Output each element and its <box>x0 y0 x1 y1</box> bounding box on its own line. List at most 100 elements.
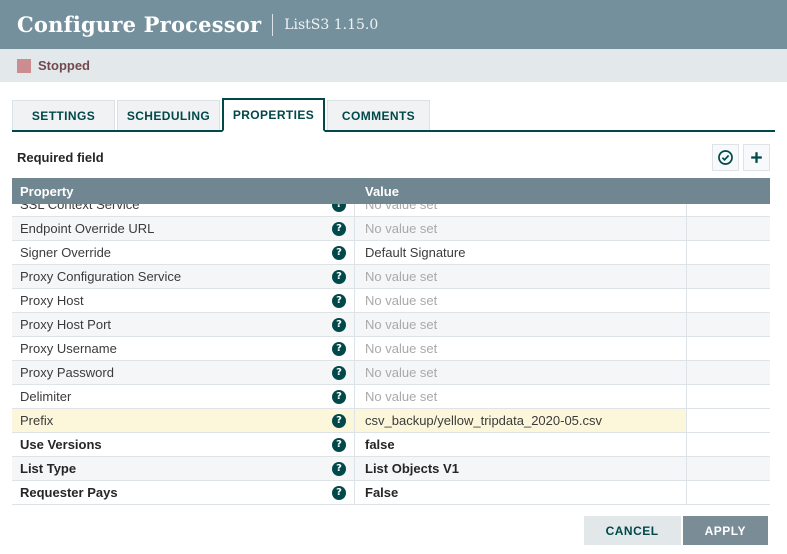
plus-icon <box>748 149 765 166</box>
property-name: Proxy Host Port <box>20 317 332 332</box>
table-row[interactable]: Use Versions?false <box>12 433 770 457</box>
title-divider <box>272 14 273 36</box>
property-name: Proxy Username <box>20 341 332 356</box>
help-icon[interactable]: ? <box>332 462 346 476</box>
add-property-button[interactable] <box>743 144 770 171</box>
table-row[interactable]: Signer Override?Default Signature <box>12 241 770 265</box>
row-actions-cell <box>687 481 770 504</box>
row-actions-cell <box>687 409 770 432</box>
row-actions-cell <box>687 241 770 264</box>
table-row[interactable]: List Type?List Objects V1 <box>12 457 770 481</box>
help-icon[interactable]: ? <box>332 204 346 212</box>
help-icon[interactable]: ? <box>332 222 346 236</box>
property-name-cell: Delimiter? <box>12 385 355 408</box>
property-name-cell: SSL Context Service? <box>12 204 355 216</box>
property-value[interactable]: false <box>355 433 687 456</box>
property-name: List Type <box>20 461 332 476</box>
status-bar: Stopped <box>0 49 787 82</box>
property-value[interactable]: No value set <box>355 361 687 384</box>
help-icon[interactable]: ? <box>332 486 346 500</box>
table-row[interactable]: Proxy Configuration Service?No value set <box>12 265 770 289</box>
row-actions-cell <box>687 337 770 360</box>
table-row[interactable]: SSL Context Service?No value set <box>12 204 770 217</box>
properties-table: Property Value SSL Context Service?No va… <box>12 178 770 505</box>
property-name: Proxy Host <box>20 293 332 308</box>
property-name-cell: Endpoint Override URL? <box>12 217 355 240</box>
tab-properties[interactable]: PROPERTIES <box>222 98 325 132</box>
help-icon[interactable]: ? <box>332 342 346 356</box>
property-name: Use Versions <box>20 437 332 452</box>
row-actions-cell <box>687 313 770 336</box>
property-name: Signer Override <box>20 245 332 260</box>
cancel-button[interactable]: CANCEL <box>584 516 681 545</box>
property-name-cell: Prefix? <box>12 409 355 432</box>
table-row[interactable]: Proxy Host? No value set <box>12 289 770 313</box>
processor-name-version: ListS3 1.15.0 <box>284 17 378 33</box>
property-name-cell: Proxy Password? <box>12 361 355 384</box>
column-header-property: Property <box>12 184 355 199</box>
property-name-cell: List Type? <box>12 457 355 480</box>
table-row[interactable]: Delimiter?No value set <box>12 385 770 409</box>
property-name: Proxy Configuration Service <box>20 269 332 284</box>
property-value[interactable]: No value set <box>355 337 687 360</box>
help-icon[interactable]: ? <box>332 414 346 428</box>
dialog-header: Configure Processor ListS3 1.15.0 <box>0 0 787 49</box>
row-actions-cell <box>687 265 770 288</box>
help-icon[interactable]: ? <box>332 390 346 404</box>
help-icon[interactable]: ? <box>332 318 346 332</box>
property-name-cell: Proxy Configuration Service? <box>12 265 355 288</box>
row-actions-cell <box>687 385 770 408</box>
table-row[interactable]: Endpoint Override URL?No value set <box>12 217 770 241</box>
tab-scheduling[interactable]: SCHEDULING <box>117 100 220 130</box>
status-label: Stopped <box>38 58 90 73</box>
property-name: Prefix <box>20 413 332 428</box>
help-icon[interactable]: ? <box>332 438 346 452</box>
property-name: Endpoint Override URL <box>20 221 332 236</box>
row-actions-cell <box>687 204 770 216</box>
stopped-icon <box>17 59 31 73</box>
verify-properties-button[interactable] <box>712 144 739 171</box>
property-name: SSL Context Service <box>20 204 332 212</box>
row-actions-cell <box>687 361 770 384</box>
table-row[interactable]: Proxy Username?No value set <box>12 337 770 361</box>
help-icon[interactable]: ? <box>332 366 346 380</box>
properties-toolbar: Required field <box>17 142 770 172</box>
tab-comments[interactable]: COMMENTS <box>327 100 430 130</box>
property-name-cell: Proxy Username? <box>12 337 355 360</box>
row-actions-cell <box>687 457 770 480</box>
property-value[interactable]: No value set <box>355 313 687 336</box>
tabs: SETTINGS SCHEDULING PROPERTIES COMMENTS <box>12 100 775 132</box>
property-name-cell: Use Versions? <box>12 433 355 456</box>
table-row[interactable]: Requester Pays?False <box>12 481 770 505</box>
property-value[interactable]: List Objects V1 <box>355 457 687 480</box>
row-actions-cell <box>687 433 770 456</box>
row-actions-cell <box>687 289 770 312</box>
row-actions-cell <box>687 217 770 240</box>
table-row[interactable]: Prefix?csv_backup/yellow_tripdata_2020-0… <box>12 409 770 433</box>
dialog-title: Configure Processor <box>17 12 261 37</box>
property-name: Delimiter <box>20 389 332 404</box>
property-value[interactable]: csv_backup/yellow_tripdata_2020-05.csv <box>355 409 687 432</box>
apply-button[interactable]: APPLY <box>683 516 768 545</box>
property-value[interactable]: Default Signature <box>355 241 687 264</box>
property-name-cell: Proxy Host Port? <box>12 313 355 336</box>
property-value[interactable]: No value set <box>355 204 687 216</box>
table-header: Property Value <box>12 178 770 204</box>
column-header-value: Value <box>355 184 687 199</box>
property-value[interactable]: No value set <box>355 265 687 288</box>
dialog-footer: CANCEL APPLY <box>584 516 768 545</box>
property-value[interactable]: No value set <box>355 289 687 312</box>
table-row[interactable]: Proxy Password?No value set <box>12 361 770 385</box>
property-value[interactable]: No value set <box>355 385 687 408</box>
property-value[interactable]: No value set <box>355 217 687 240</box>
property-name-cell: Signer Override? <box>12 241 355 264</box>
help-icon[interactable]: ? <box>332 270 346 284</box>
property-table-body[interactable]: SSL Context Service?No value setEndpoint… <box>12 204 770 505</box>
required-field-label: Required field <box>17 150 708 165</box>
help-icon[interactable]: ? <box>332 246 346 260</box>
property-value[interactable]: False <box>355 481 687 504</box>
table-row[interactable]: Proxy Host Port?No value set <box>12 313 770 337</box>
help-icon[interactable]: ? <box>332 294 346 308</box>
property-name: Proxy Password <box>20 365 332 380</box>
tab-settings[interactable]: SETTINGS <box>12 100 115 130</box>
